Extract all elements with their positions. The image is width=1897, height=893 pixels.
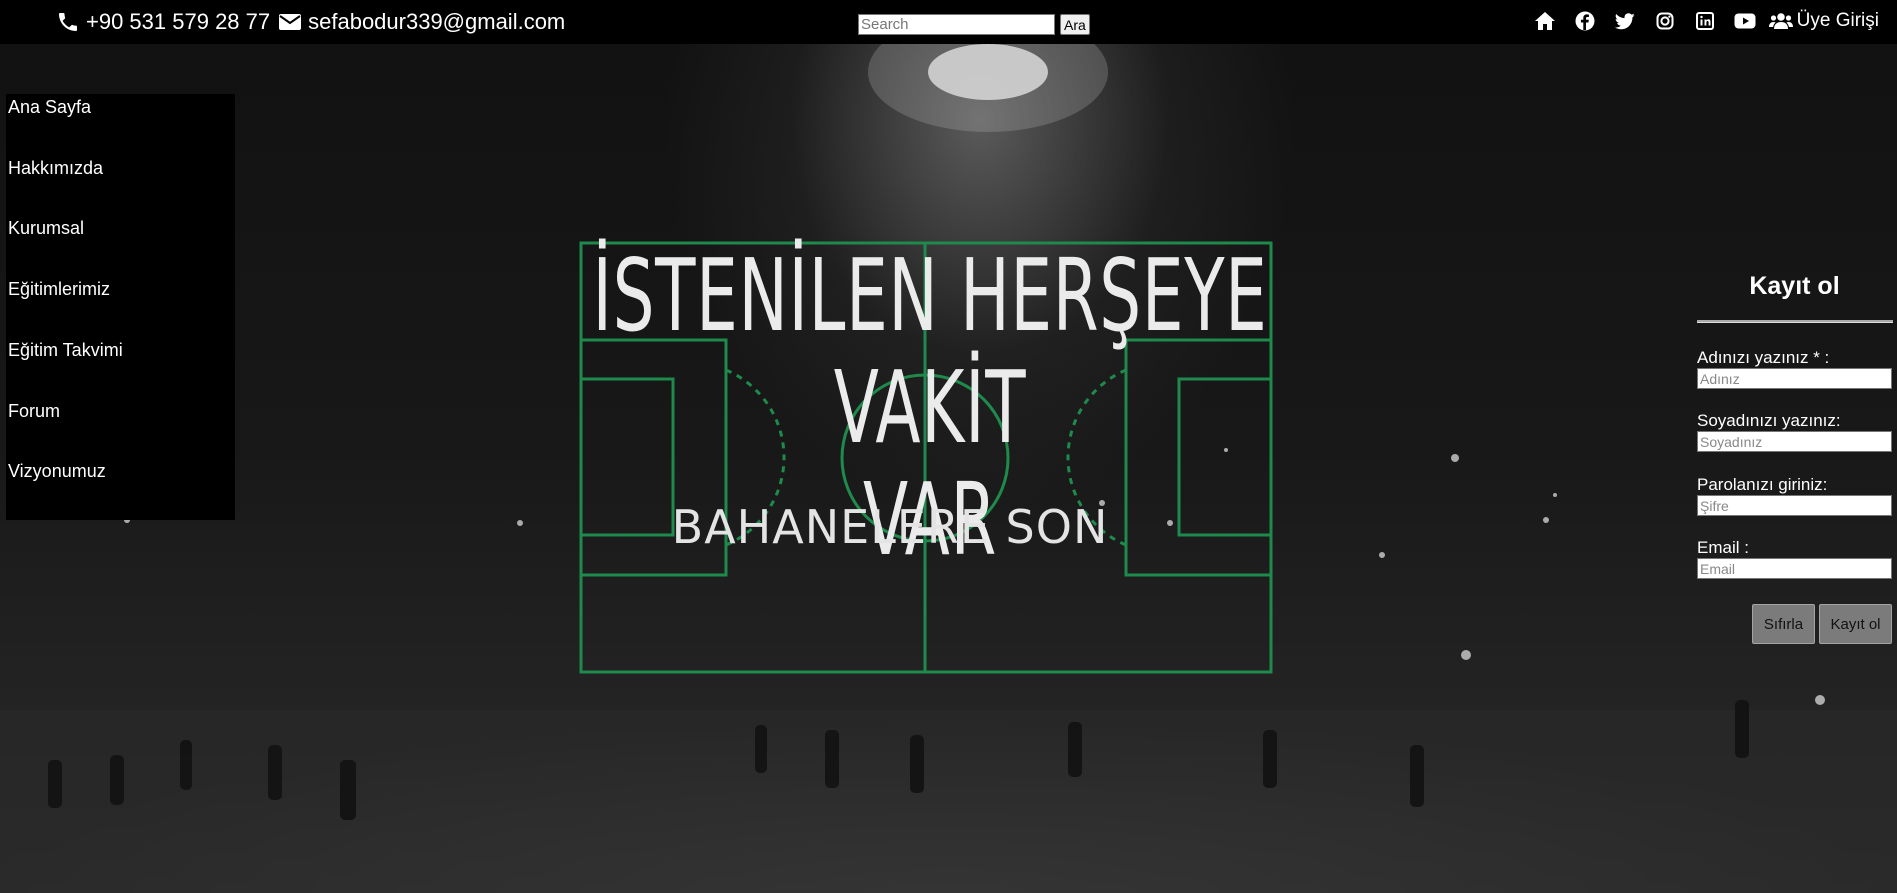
last-name-label: Soyadınızı yazınız:	[1697, 411, 1841, 430]
phone-number[interactable]: +90 531 579 28 77	[86, 9, 270, 35]
hero-subtitle: BAHANELERE SON	[671, 500, 1109, 554]
envelope-icon	[278, 12, 302, 32]
email-input[interactable]	[1697, 558, 1892, 579]
register-title: Kayıt ol	[1749, 272, 1840, 300]
twitter-icon	[1614, 12, 1635, 30]
side-menu: Ana Sayfa Hakkımızda Kurumsal Eğitimleri…	[6, 94, 235, 520]
email-label: Email :	[1697, 538, 1749, 557]
first-name-label: Adınızı yazınız * :	[1697, 348, 1830, 367]
menu-item-kurumsal[interactable]: Kurumsal	[8, 218, 84, 239]
submit-button[interactable]: Kayıt ol	[1819, 604, 1892, 644]
users-icon	[1768, 12, 1797, 30]
hero-title-line-1: İSTENİLEN HERŞEYE VAKİT	[592, 237, 1268, 466]
member-login-link[interactable]: Üye Girişi	[1768, 10, 1879, 32]
register-form: Kayıt ol Adınızı yazınız * : Soyadınızı …	[1697, 268, 1893, 644]
youtube-link[interactable]	[1725, 9, 1765, 33]
phone-icon	[56, 10, 80, 34]
member-login-label: Üye Girişi	[1796, 10, 1879, 31]
last-name-input[interactable]	[1697, 431, 1892, 452]
reset-button[interactable]: Sıfırla	[1752, 604, 1815, 644]
menu-item-ana-sayfa[interactable]: Ana Sayfa	[8, 97, 91, 118]
linkedin-link[interactable]	[1685, 9, 1725, 33]
social-links: Üye Girişi	[1525, 9, 1879, 33]
menu-item-forum[interactable]: Forum	[8, 401, 60, 422]
search-input[interactable]	[858, 14, 1055, 35]
search-button[interactable]: Ara	[1060, 14, 1090, 35]
password-input[interactable]	[1697, 495, 1892, 516]
menu-item-egitimlerimiz[interactable]: Eğitimlerimiz	[8, 279, 110, 300]
search-form: Ara	[858, 14, 1090, 35]
youtube-icon	[1734, 13, 1756, 29]
linkedin-icon	[1695, 12, 1714, 30]
menu-item-hakkimizda[interactable]: Hakkımızda	[8, 158, 103, 179]
menu-item-vizyonumuz[interactable]: Vizyonumuz	[8, 461, 106, 482]
menu-item-egitim-takvimi[interactable]: Eğitim Takvimi	[8, 340, 123, 361]
home-link[interactable]	[1525, 9, 1565, 33]
email-address[interactable]: sefabodur339@gmail.com	[308, 9, 565, 35]
facebook-icon	[1575, 11, 1595, 31]
register-divider	[1697, 320, 1893, 323]
contact-info: +90 531 579 28 77 sefabodur339@gmail.com	[56, 9, 573, 35]
instagram-link[interactable]	[1645, 9, 1685, 33]
twitter-link[interactable]	[1605, 9, 1645, 33]
password-label: Parolanızı giriniz:	[1697, 475, 1828, 494]
instagram-icon	[1656, 12, 1674, 30]
first-name-input[interactable]	[1697, 368, 1892, 389]
top-bar: +90 531 579 28 77 sefabodur339@gmail.com…	[0, 0, 1897, 44]
home-icon	[1534, 11, 1556, 31]
facebook-link[interactable]	[1565, 9, 1605, 33]
